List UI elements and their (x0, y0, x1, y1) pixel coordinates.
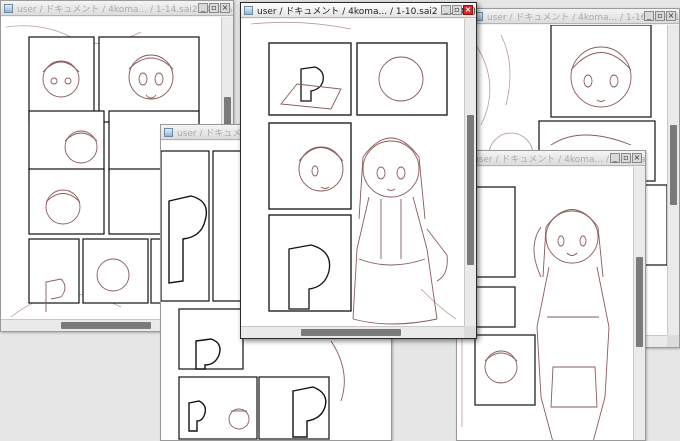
canvas-window-1-10[interactable]: user / ドキュメント / 4koma... / 1-10.sai2 (8.… (240, 2, 477, 339)
restore-icon[interactable]: ▫ (621, 153, 631, 163)
vertical-scrollbar[interactable] (667, 25, 679, 335)
scroll-thumb[interactable] (61, 322, 151, 329)
close-icon[interactable]: × (632, 153, 642, 163)
close-icon[interactable]: × (463, 5, 473, 15)
scroll-thumb[interactable] (670, 125, 677, 205)
drawing-canvas[interactable] (457, 167, 633, 440)
vertical-scrollbar[interactable] (464, 19, 476, 326)
close-icon[interactable]: × (220, 3, 230, 13)
close-icon[interactable]: × (666, 11, 676, 21)
app-icon (244, 5, 253, 15)
restore-icon[interactable]: ▫ (209, 3, 219, 13)
canvas-window-1-12[interactable]: user / ドキュメント / 4koma... / 1-12.sai2 (8.… (456, 150, 646, 441)
scroll-thumb[interactable] (467, 115, 474, 265)
drawing-canvas[interactable] (241, 19, 464, 326)
vertical-scrollbar[interactable] (633, 167, 645, 440)
minimize-icon[interactable]: _ (610, 153, 620, 163)
horizontal-scrollbar[interactable] (241, 326, 464, 338)
resize-grip[interactable] (464, 326, 476, 338)
manga-page-art (250, 21, 457, 325)
restore-icon[interactable]: ▫ (452, 5, 462, 15)
resize-grip[interactable] (667, 335, 679, 347)
minimize-icon[interactable]: _ (644, 11, 654, 21)
scroll-thumb[interactable] (301, 329, 401, 336)
manga-page-art (457, 186, 610, 440)
app-icon (164, 127, 173, 137)
restore-icon[interactable]: ▫ (655, 11, 665, 21)
scroll-thumb[interactable] (636, 257, 643, 347)
app-icon (4, 3, 13, 13)
minimize-icon[interactable]: _ (198, 3, 208, 13)
minimize-icon[interactable]: _ (441, 5, 451, 15)
